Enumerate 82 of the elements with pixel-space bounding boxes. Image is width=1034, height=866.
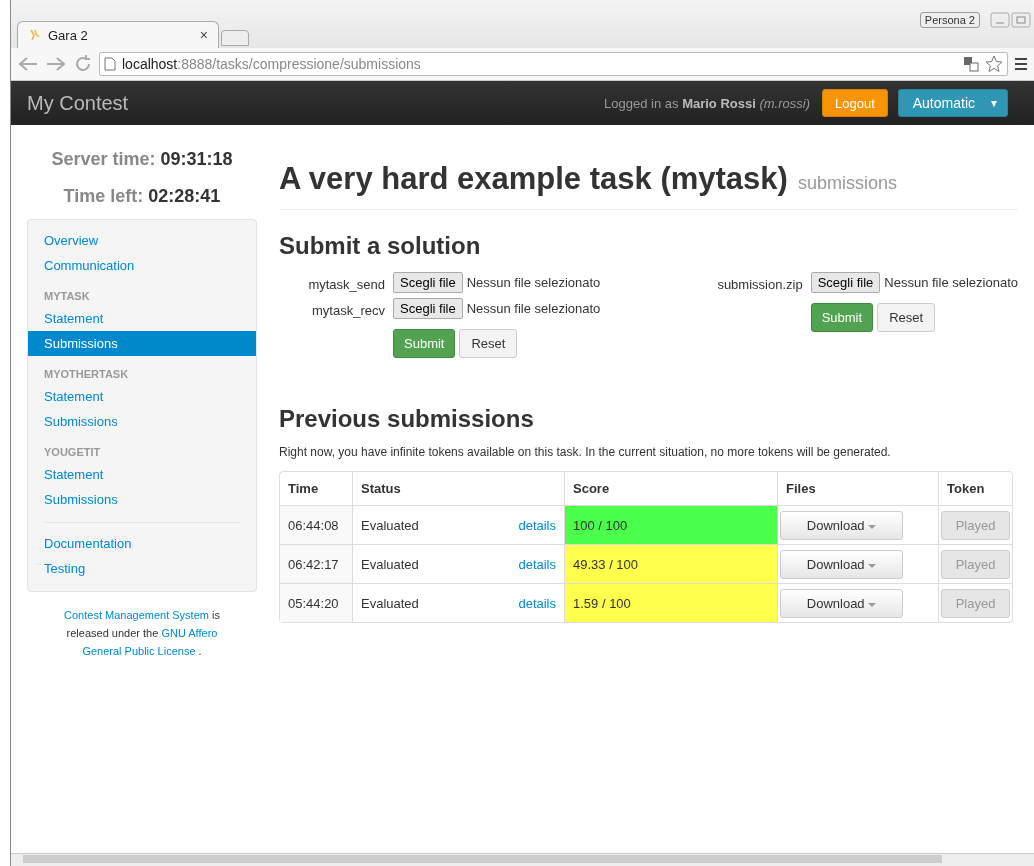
sidebar-item[interactable]: Submissions <box>28 487 256 512</box>
submit-heading: Submit a solution <box>279 232 482 260</box>
cms-link[interactable]: Contest Management System <box>64 609 209 621</box>
sidebar-item[interactable]: Testing <box>28 556 256 581</box>
file-status: Nessun file selezionato <box>466 301 601 316</box>
download-dropdown[interactable]: Download <box>780 588 903 618</box>
profile-badge[interactable]: Persona 2 <box>919 12 980 28</box>
file-status: Nessun file selezionato <box>466 275 601 290</box>
column-header: Files <box>777 472 939 505</box>
reset-button[interactable]: Reset <box>877 303 936 332</box>
status-text: Evaluated <box>361 556 419 572</box>
details-link[interactable]: details <box>518 595 556 611</box>
table-cell: 06:42:17 <box>280 544 352 583</box>
license-link[interactable]: GNU Affero <box>161 627 218 639</box>
translate-icon[interactable] <box>963 56 979 72</box>
choose-file-button[interactable]: Scegli file <box>393 272 463 293</box>
column-header: Status <box>352 472 564 505</box>
caret-icon <box>868 524 877 530</box>
column-header: Token <box>938 472 1012 505</box>
sidebar-item[interactable]: Submissions <box>28 331 256 356</box>
details-link[interactable]: details <box>518 517 556 533</box>
file-label: mytask_recv <box>311 302 386 318</box>
task-title: A very hard example task (mytask) <box>279 161 788 197</box>
submit-button[interactable]: Submit <box>810 303 874 332</box>
page-icon <box>104 57 116 71</box>
sidebar-header: YOUGETIT <box>43 445 102 460</box>
horizontal-scrollbar[interactable] <box>11 853 1034 866</box>
column-header: Time <box>287 480 320 498</box>
sidebar-item[interactable]: Statement <box>28 462 256 487</box>
license-link[interactable]: General Public License <box>82 645 196 657</box>
sidebar-item[interactable]: Overview <box>28 228 256 253</box>
reload-icon[interactable] <box>73 54 93 74</box>
previous-heading: Previous submissions <box>279 405 535 433</box>
sidebar-item[interactable]: Submissions <box>28 409 256 434</box>
close-tab-button[interactable]: × <box>199 27 208 43</box>
score-cell: 100 / 100 <box>564 505 777 544</box>
star-icon[interactable] <box>985 55 1003 73</box>
file-label: mytask_send <box>307 276 386 292</box>
choose-file-button[interactable]: Scegli file <box>810 272 881 293</box>
choose-file-button[interactable]: Scegli file <box>393 298 463 319</box>
score-cell: 1.59 / 100 <box>564 583 777 622</box>
status-text: Evaluated <box>361 595 419 611</box>
server-time-label: Server time: <box>51 149 156 169</box>
sidebar-item[interactable]: Statement <box>28 306 256 331</box>
window-controls-icon[interactable] <box>990 12 1034 28</box>
tokens-note: Right now, you have infinite tokens available on this task. In the current situation, no more tokens will be generated. <box>279 445 892 459</box>
language-dropdown[interactable]: Automatic ▾ <box>897 89 1008 117</box>
download-dropdown[interactable]: Download <box>780 549 903 579</box>
download-dropdown[interactable]: Download <box>780 510 903 540</box>
license-text: Contest Management System is released under the GNU Affero General Public License . <box>63 608 221 659</box>
file-label: submission.zip <box>716 276 804 292</box>
sidebar-item[interactable]: Documentation <box>28 531 256 556</box>
score-cell: 49.33 / 100 <box>564 544 777 583</box>
sidebar-item[interactable]: Statement <box>28 384 256 409</box>
sidebar-header: MYTASK <box>43 289 91 304</box>
caret-icon <box>868 563 877 569</box>
address-bar[interactable]: localhost:8888/tasks/compressione/submissions <box>99 52 1008 76</box>
brand-title[interactable]: My Contest <box>27 91 129 115</box>
table-cell: 06:44:08 <box>280 505 352 544</box>
logout-button[interactable]: Logout <box>822 89 888 117</box>
time-left-label: Time left: <box>63 186 144 206</box>
sidebar-item[interactable]: Communication <box>28 253 256 278</box>
menu-icon[interactable] <box>1014 57 1028 71</box>
tab-title: Gara 2 <box>48 27 89 43</box>
logged-in-text: Logged in as Mario Rossi (m.rossi) <box>604 95 810 111</box>
loading-icon <box>28 28 42 42</box>
new-tab-button[interactable] <box>221 30 249 46</box>
status-text: Evaluated <box>361 517 419 533</box>
page-subtitle: submissions <box>797 173 897 194</box>
url-text: localhost:8888/tasks/compressione/submissions <box>122 56 421 72</box>
caret-icon <box>868 602 877 608</box>
browser-tab[interactable]: Gara 2 × <box>17 21 219 48</box>
file-status: Nessun file selezionato <box>884 275 1018 290</box>
details-link[interactable]: details <box>518 556 556 572</box>
server-time-value: 09:31:18 <box>160 149 233 169</box>
time-left-value: 02:28:41 <box>148 186 221 206</box>
forward-icon[interactable] <box>45 55 67 73</box>
back-icon[interactable] <box>17 55 39 73</box>
submit-button[interactable]: Submit <box>393 329 456 358</box>
table-cell: 05:44:20 <box>280 583 352 622</box>
sidebar-header: MYOTHERTASK <box>43 367 130 382</box>
reset-button[interactable]: Reset <box>459 329 518 358</box>
